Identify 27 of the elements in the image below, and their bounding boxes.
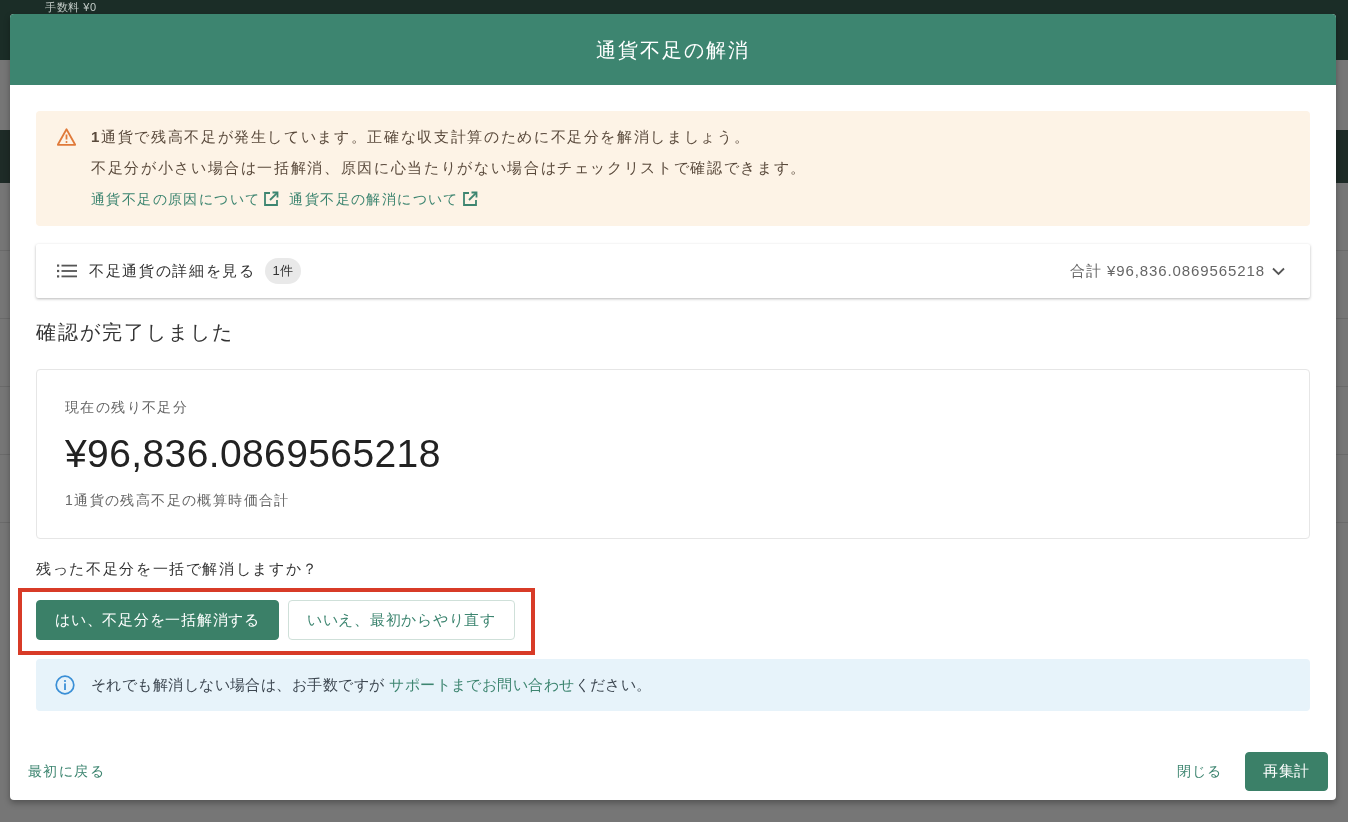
help-link[interactable]: 通貨不足の原因について — [91, 183, 280, 215]
info-text: それでも解消しない場合は、お手数ですが サポートまでお問い合わせ ください。 — [91, 674, 652, 695]
external-link-icon — [263, 191, 280, 207]
list-icon — [57, 264, 77, 278]
info-icon — [55, 675, 75, 695]
count-badge: 1件 — [264, 258, 301, 284]
support-link[interactable]: サポートまでお問い合わせ — [389, 675, 575, 693]
warning-icon — [57, 128, 76, 146]
warning-text: 1通貨で残高不足が発生しています。正確な収支計算のために不足分を解消しましょう。 — [91, 127, 752, 147]
recalculate-button[interactable]: 再集計 — [1244, 752, 1328, 791]
close-link[interactable]: 閉じる — [1176, 761, 1223, 782]
details-panel[interactable]: 不足通貨の詳細を見る 1件 合計 ¥96,836.0869565218 — [36, 244, 1310, 298]
restart-button[interactable]: いいえ、最初からやり直す — [287, 600, 515, 640]
details-label: 不足通貨の詳細を見る — [89, 260, 256, 281]
amount-text: ¥96,836.0869565218 — [65, 431, 442, 477]
fee-text: 手数料 ¥0 — [45, 1, 97, 13]
help-link[interactable]: 通貨不足の解消について — [289, 183, 478, 215]
back-link[interactable]: 最初に戻る — [28, 761, 105, 782]
summary-note: 1通貨の残高不足の概算時価合計 — [65, 491, 291, 510]
status-heading: 確認が完了しました — [36, 320, 235, 345]
total-text: 合計 ¥96,836.0869565218 — [1070, 260, 1265, 281]
external-link-icon — [461, 191, 478, 207]
question-text: 残った不足分を一括で解消しますか？ — [36, 559, 321, 579]
summary-label: 現在の残り不足分 — [65, 398, 190, 417]
dialog-title: 通貨不足の解消 — [596, 37, 750, 63]
resolve-button[interactable]: はい、不足分を一括解消する — [36, 600, 279, 640]
warning-text: 不足分が小さい場合は一括解消、原因に心当たりがない場合はチェックリストで確認できます。 — [91, 158, 807, 178]
